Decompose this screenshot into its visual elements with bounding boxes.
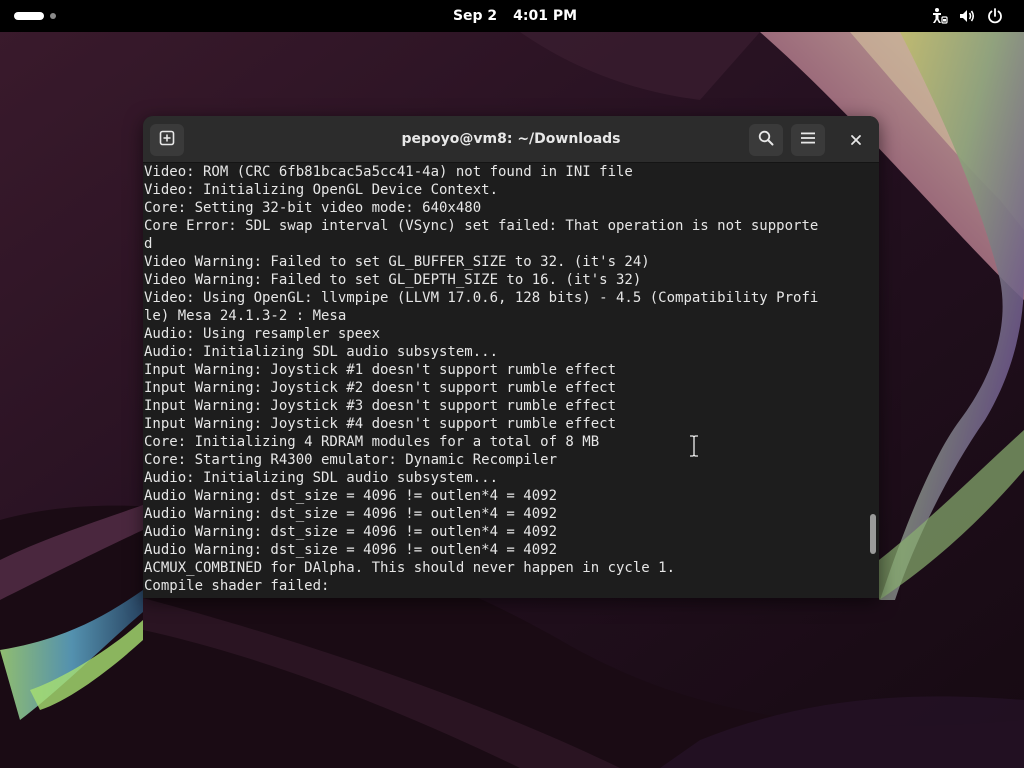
terminal-line: ACMUX_COMBINED for DAlpha. This should n…	[144, 560, 676, 576]
power-icon[interactable]	[986, 7, 1004, 25]
terminal-line: Input Warning: Joystick #4 doesn't suppo…	[144, 416, 617, 432]
terminal-line: Input Warning: Joystick #1 doesn't suppo…	[144, 362, 617, 378]
workspace-indicator-dot	[50, 13, 56, 19]
terminal-line: Audio Warning: dst_size = 4096 != outlen…	[144, 524, 558, 540]
search-icon	[758, 130, 774, 150]
terminal-line: Video: Using OpenGL: llvmpipe (LLVM 17.0…	[144, 290, 819, 306]
terminal-line: Core: Initializing 4 RDRAM modules for a…	[144, 434, 600, 450]
terminal-line: Audio Warning: dst_size = 4096 != outlen…	[144, 506, 558, 522]
desktop: Sep 2 4:01 PM pepoyo@vm8: ~/Downloads Vi…	[0, 0, 1024, 768]
terminal-line: Core: Starting R4300 emulator: Dynamic R…	[144, 452, 558, 468]
terminal-line: Core: Setting 32-bit video mode: 640x480	[144, 200, 482, 216]
terminal-line: Audio: Using resampler speex	[144, 326, 381, 342]
window-title: pepoyo@vm8: ~/Downloads	[401, 131, 621, 147]
volume-icon[interactable]	[958, 7, 976, 25]
terminal-line: Compile shader failed:	[144, 578, 330, 594]
text-cursor-icon	[690, 435, 698, 457]
scrollbar-thumb[interactable]	[870, 514, 876, 554]
terminal-line: d	[144, 236, 153, 252]
activities-button[interactable]	[14, 10, 60, 22]
search-button[interactable]	[749, 124, 783, 156]
terminal-line: Audio: Initializing SDL audio subsystem.…	[144, 470, 499, 486]
accessibility-icon[interactable]	[930, 7, 948, 25]
system-tray[interactable]	[930, 7, 1010, 25]
terminal-line: Input Warning: Joystick #3 doesn't suppo…	[144, 398, 617, 414]
top-bar: Sep 2 4:01 PM	[0, 0, 1024, 32]
terminal-line: Video: Initializing OpenGL Device Contex…	[144, 182, 499, 198]
terminal-line: Input Warning: Joystick #2 doesn't suppo…	[144, 380, 617, 396]
terminal-line: Video: ROM (CRC 6fb81bcac5a5cc41-4a) not…	[144, 164, 633, 180]
terminal-window[interactable]: pepoyo@vm8: ~/Downloads Video: ROM (CRC …	[143, 116, 879, 598]
new-tab-button[interactable]	[150, 124, 184, 156]
terminal-line: le) Mesa 24.1.3-2 : Mesa	[144, 308, 347, 324]
terminal-line: Video Warning: Failed to set GL_DEPTH_SI…	[144, 272, 642, 288]
close-icon	[850, 131, 862, 150]
clock-time: 4:01 PM	[513, 8, 578, 24]
close-button[interactable]	[843, 127, 869, 153]
terminal-line: Audio Warning: dst_size = 4096 != outlen…	[144, 542, 558, 558]
new-tab-icon	[159, 130, 175, 150]
terminal-output[interactable]: Video: ROM (CRC 6fb81bcac5a5cc41-4a) not…	[143, 163, 865, 598]
terminal-line: Audio Warning: dst_size = 4096 != outlen…	[144, 488, 558, 504]
menu-button[interactable]	[791, 124, 825, 156]
clock-button[interactable]: Sep 2 4:01 PM	[440, 0, 590, 32]
terminal-line: Core Error: SDL swap interval (VSync) se…	[144, 218, 819, 234]
clock-date: Sep 2	[452, 8, 498, 24]
terminal-headerbar[interactable]: pepoyo@vm8: ~/Downloads	[143, 116, 879, 163]
terminal-line: Audio: Initializing SDL audio subsystem.…	[144, 344, 499, 360]
terminal-line: Video Warning: Failed to set GL_BUFFER_S…	[144, 254, 650, 270]
workspace-indicator-active	[14, 12, 44, 20]
hamburger-menu-icon	[800, 130, 816, 150]
